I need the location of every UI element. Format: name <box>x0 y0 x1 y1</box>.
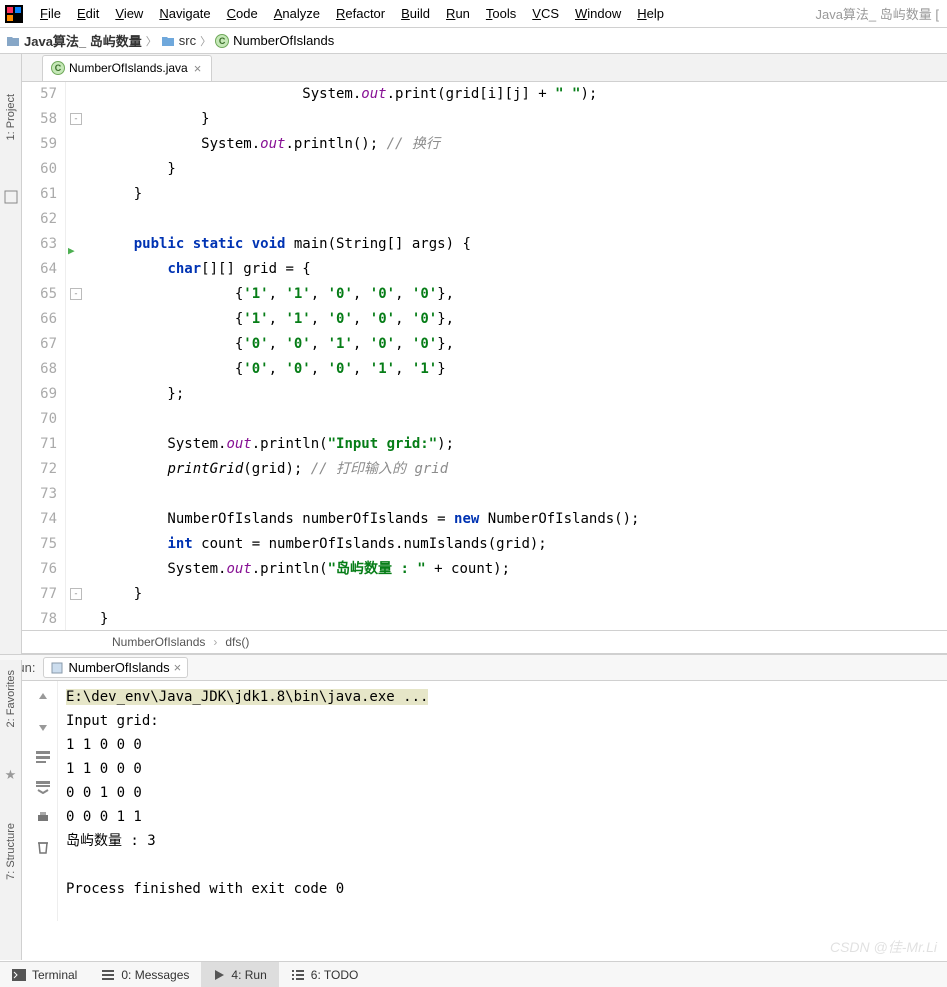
scroll-to-end-button[interactable] <box>33 777 53 797</box>
line-gutter: 5758596061626364656667686970717273747576… <box>22 82 66 630</box>
menu-bar: FileEditViewNavigateCodeAnalyzeRefactorB… <box>0 0 947 28</box>
down-button[interactable] <box>33 717 53 737</box>
breadcrumb-sep: 〉 <box>146 33 157 49</box>
list-icon <box>101 969 115 981</box>
crumb-method[interactable]: dfs() <box>225 635 249 649</box>
menu-file[interactable]: File <box>32 3 69 24</box>
menu-help[interactable]: Help <box>629 3 672 24</box>
class-icon: C <box>51 61 65 75</box>
fold-marker[interactable]: - <box>70 113 82 125</box>
play-icon <box>213 969 225 981</box>
run-config-tab[interactable]: NumberOfIslands × <box>43 657 188 678</box>
crumb-class[interactable]: NumberOfIslands <box>112 635 205 649</box>
menu-window[interactable]: Window <box>567 3 629 24</box>
todo-tab[interactable]: 6: TODO <box>279 962 371 987</box>
menu-code[interactable]: Code <box>219 3 266 24</box>
todo-icon <box>291 969 305 981</box>
editor-tabbar: C NumberOfIslands.java × <box>22 54 947 82</box>
src-folder-icon <box>161 34 175 48</box>
tab-filename: NumberOfIslands.java <box>69 61 188 75</box>
editor-tab[interactable]: C NumberOfIslands.java × <box>42 55 212 81</box>
breadcrumb-sep: 〉 <box>200 33 211 49</box>
app-logo-icon <box>4 4 24 24</box>
console-output[interactable]: E:\dev_env\Java_JDK\jdk1.8\bin\java.exe … <box>58 681 947 921</box>
terminal-tab[interactable]: Terminal <box>0 962 89 987</box>
breadcrumb-project[interactable]: Java算法_ 岛屿数量 <box>24 31 142 50</box>
project-tool-button[interactable]: 1: Project <box>5 94 17 140</box>
soft-wrap-button[interactable] <box>33 747 53 767</box>
favorites-tool-button[interactable]: 2: Favorites <box>5 670 17 727</box>
breadcrumb: Java算法_ 岛屿数量 〉 src 〉 C NumberOfIslands <box>0 28 947 54</box>
menu-vcs[interactable]: VCS <box>524 3 567 24</box>
run-panel: Run: NumberOfIslands × E:\dev_env\Java_J… <box>0 654 947 921</box>
code-crumbs: NumberOfIslands › dfs() <box>22 630 947 654</box>
fold-marker[interactable]: - <box>70 588 82 600</box>
left-tool-strip: 1: Project <box>0 54 22 654</box>
tab-close-icon[interactable]: × <box>192 61 204 76</box>
print-button[interactable] <box>33 807 53 827</box>
run-config-name: NumberOfIslands <box>68 660 169 675</box>
tool-icon[interactable] <box>4 190 18 204</box>
breadcrumb-class[interactable]: NumberOfIslands <box>233 33 334 48</box>
terminal-icon <box>12 969 26 981</box>
class-icon: C <box>215 34 229 48</box>
breadcrumb-src[interactable]: src <box>179 33 196 48</box>
trash-button[interactable] <box>33 837 53 857</box>
fold-marker[interactable]: - <box>70 288 82 300</box>
bottom-toolbar: Terminal 0: Messages 4: Run 6: TODO <box>0 961 947 987</box>
menu-view[interactable]: View <box>107 3 151 24</box>
run-config-icon <box>50 661 64 675</box>
fold-column: ▶ - - - <box>66 82 94 630</box>
watermark: CSDN @佳-Mr.Li <box>830 937 937 957</box>
menu-analyze[interactable]: Analyze <box>266 3 328 24</box>
menu-refactor[interactable]: Refactor <box>328 3 393 24</box>
left-tool-strip-lower: 2: Favorites ★ 7: Structure <box>0 660 22 960</box>
code-area[interactable]: System.out.print(grid[i][j] + " "); } Sy… <box>94 82 947 630</box>
star-icon: ★ <box>5 767 17 783</box>
menu-navigate[interactable]: Navigate <box>151 3 218 24</box>
menu-run[interactable]: Run <box>438 3 478 24</box>
structure-tool-button[interactable]: 7: Structure <box>5 823 17 880</box>
menu-edit[interactable]: Edit <box>69 3 107 24</box>
project-folder-icon <box>6 34 20 48</box>
up-button[interactable] <box>33 687 53 707</box>
menu-tools[interactable]: Tools <box>478 3 524 24</box>
menu-build[interactable]: Build <box>393 3 438 24</box>
messages-tab[interactable]: 0: Messages <box>89 962 201 987</box>
window-title: Java算法_ 岛屿数量 [ <box>815 4 943 23</box>
run-gutter-icon[interactable]: ▶ <box>68 238 75 263</box>
run-tab[interactable]: 4: Run <box>201 962 278 987</box>
run-tab-close-icon[interactable]: × <box>174 660 182 675</box>
code-editor[interactable]: 5758596061626364656667686970717273747576… <box>22 82 947 630</box>
